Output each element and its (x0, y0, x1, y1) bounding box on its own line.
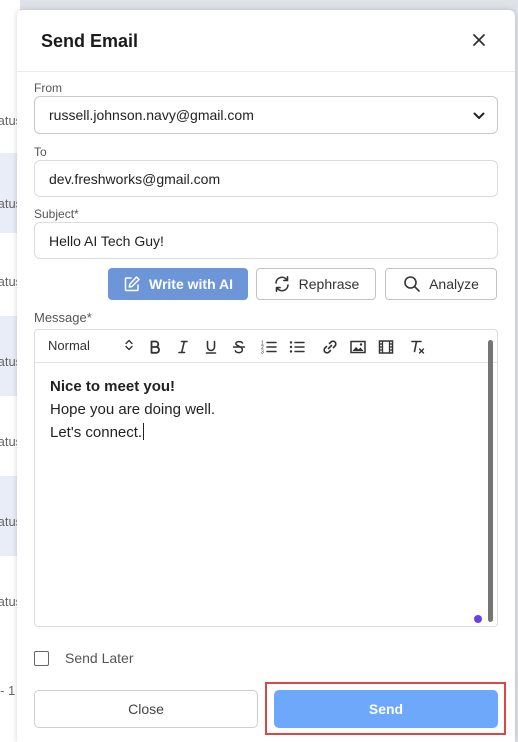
editor-toolbar: Normal 123 (35, 330, 497, 363)
editor-scrollbar[interactable] (488, 340, 493, 622)
italic-icon[interactable] (174, 338, 192, 356)
subject-field[interactable]: Hello AI Tech Guy! (34, 222, 498, 259)
svg-text:3: 3 (261, 350, 264, 355)
close-icon[interactable] (469, 30, 489, 50)
to-label: To (34, 145, 47, 159)
link-icon[interactable] (321, 338, 339, 356)
rephrase-label: Rephrase (298, 276, 360, 292)
from-value: russell.johnson.navy@gmail.com (49, 107, 254, 123)
format-select[interactable]: Normal (48, 338, 134, 353)
chevron-down-icon (473, 107, 485, 123)
from-label: From (34, 81, 62, 95)
send-later-label: Send Later (65, 650, 134, 666)
to-value: dev.freshworks@gmail.com (49, 170, 221, 187)
dialog-title: Send Email (41, 31, 139, 51)
bullet-list-icon[interactable] (288, 338, 306, 356)
message-line: Nice to meet you! (50, 378, 176, 395)
send-email-dialog: Send Email From russell.johnson.navy@gma… (17, 10, 515, 742)
strikethrough-icon[interactable] (230, 338, 248, 356)
send-later-checkbox[interactable] (34, 650, 49, 666)
text-caret (143, 423, 145, 440)
message-line-with-caret: Let's connect. (50, 421, 215, 444)
send-later-option[interactable]: Send Later (34, 650, 134, 666)
analyze-button[interactable]: Analyze (385, 268, 497, 300)
subject-label: Subject* (34, 207, 79, 221)
message-label: Message* (34, 310, 92, 325)
dialog-header: Send Email (17, 10, 515, 72)
search-icon (403, 275, 421, 293)
rephrase-button[interactable]: Rephrase (256, 268, 376, 300)
analyze-label: Analyze (429, 276, 479, 292)
select-arrows-icon (124, 338, 134, 355)
message-line: Let's connect. (50, 424, 143, 441)
refresh-icon (273, 275, 291, 293)
bold-icon[interactable] (146, 338, 164, 356)
send-button[interactable]: Send (274, 690, 498, 728)
message-line: Hope you are doing well. (50, 401, 216, 418)
to-field[interactable]: dev.freshworks@gmail.com (34, 160, 498, 197)
write-with-ai-button[interactable]: Write with AI (108, 268, 248, 300)
clear-format-icon[interactable] (409, 338, 427, 356)
from-select[interactable]: russell.johnson.navy@gmail.com (34, 96, 498, 134)
ordered-list-icon[interactable]: 123 (260, 338, 278, 356)
underline-icon[interactable] (202, 338, 220, 356)
format-value: Normal (48, 338, 90, 353)
subject-value: Hello AI Tech Guy! (49, 232, 164, 249)
video-icon[interactable] (377, 338, 395, 356)
message-editor[interactable]: Normal 123 Nice to meet you! Hope you ar… (34, 329, 498, 627)
status-dot (474, 615, 482, 623)
pencil-icon (123, 275, 141, 293)
write-with-ai-label: Write with AI (149, 276, 233, 292)
image-icon[interactable] (349, 338, 367, 356)
message-body[interactable]: Nice to meet you! Hope you are doing wel… (50, 375, 215, 444)
close-button[interactable]: Close (34, 690, 258, 728)
